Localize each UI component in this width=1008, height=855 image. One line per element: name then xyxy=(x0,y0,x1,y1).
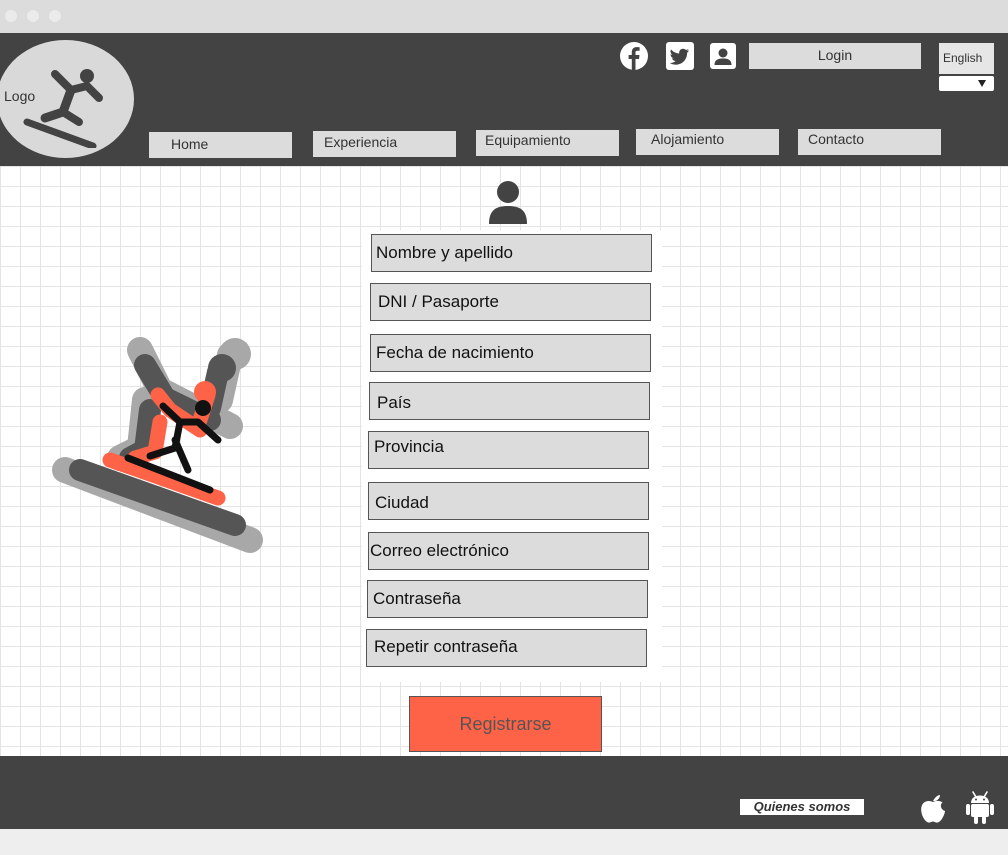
password-field[interactable]: Contraseña xyxy=(367,580,648,618)
nav-item-home[interactable]: Home xyxy=(149,132,292,158)
register-button[interactable]: Registrarse xyxy=(409,696,602,752)
nav-item-alojamiento[interactable]: Alojamiento xyxy=(636,129,779,155)
nav-item-contacto[interactable]: Contacto xyxy=(798,129,941,155)
email-field[interactable]: Correo electrónico xyxy=(368,532,649,570)
nav-item-experiencia[interactable]: Experiencia xyxy=(313,131,456,157)
android-icon[interactable] xyxy=(966,791,994,824)
repeat-password-field[interactable]: Repetir contraseña xyxy=(366,629,647,667)
window-statusbar xyxy=(0,829,1008,855)
city-field[interactable]: Ciudad xyxy=(368,482,649,520)
twitter-icon[interactable] xyxy=(666,42,694,70)
site-logo[interactable]: Logo xyxy=(0,40,134,158)
apple-icon[interactable] xyxy=(919,791,947,824)
user-icon xyxy=(488,180,528,230)
window-titlebar xyxy=(0,0,1008,33)
snowboarder-logo-icon xyxy=(23,69,103,148)
window-dot-minimize[interactable] xyxy=(27,10,39,22)
window-dot-close[interactable] xyxy=(5,10,17,22)
dni-field[interactable]: DNI / Pasaporte xyxy=(370,283,651,321)
site-footer xyxy=(0,756,1008,829)
nav-item-equipamiento[interactable]: Equipamiento xyxy=(476,130,619,156)
chevron-down-icon xyxy=(978,80,986,87)
birthdate-field[interactable]: Fecha de nacimiento xyxy=(370,334,651,372)
login-button[interactable]: Login xyxy=(749,43,921,69)
about-link[interactable]: Quienes somos xyxy=(740,799,864,815)
facebook-icon[interactable] xyxy=(620,42,648,70)
snowboarder-illustration-icon xyxy=(50,330,270,560)
window-dot-maximize[interactable] xyxy=(49,10,61,22)
language-select[interactable] xyxy=(939,76,994,91)
country-field[interactable]: País xyxy=(369,382,650,420)
contact-icon[interactable] xyxy=(709,42,736,70)
name-field[interactable]: Nombre y apellido xyxy=(371,234,652,272)
province-field[interactable]: Provincia xyxy=(368,431,649,469)
language-label: English xyxy=(939,43,994,74)
